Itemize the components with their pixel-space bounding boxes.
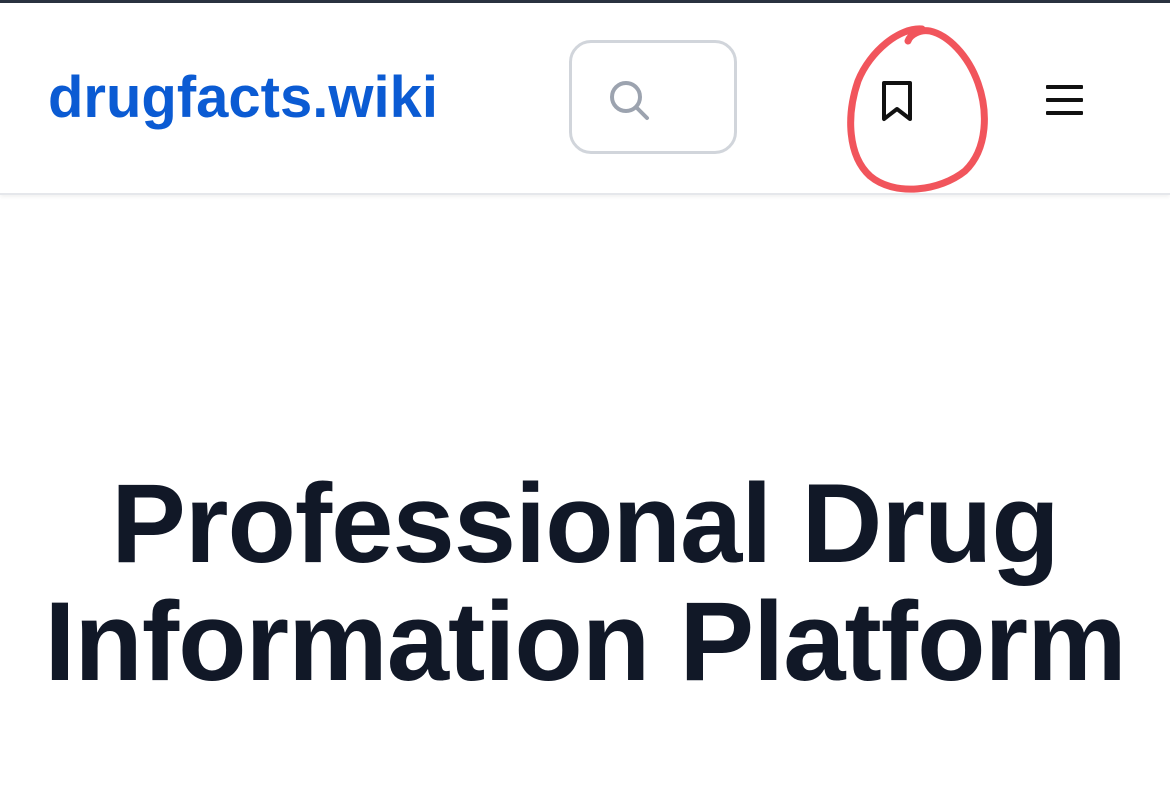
bookmark-icon (882, 81, 912, 121)
site-logo[interactable]: drugfacts.wiki (48, 63, 438, 133)
search-button[interactable] (569, 40, 737, 154)
menu-line (1046, 85, 1083, 89)
hero-title: Professional Drug Information Platform (44, 461, 1126, 705)
bookmark-button[interactable] (872, 75, 924, 131)
site-header: drugfacts.wiki (0, 3, 1170, 195)
menu-line (1046, 111, 1083, 115)
page: drugfacts.wiki Professional Drug Informa… (0, 0, 1170, 809)
search-icon (610, 81, 649, 120)
menu-button[interactable] (1040, 77, 1090, 127)
menu-line (1046, 98, 1083, 102)
